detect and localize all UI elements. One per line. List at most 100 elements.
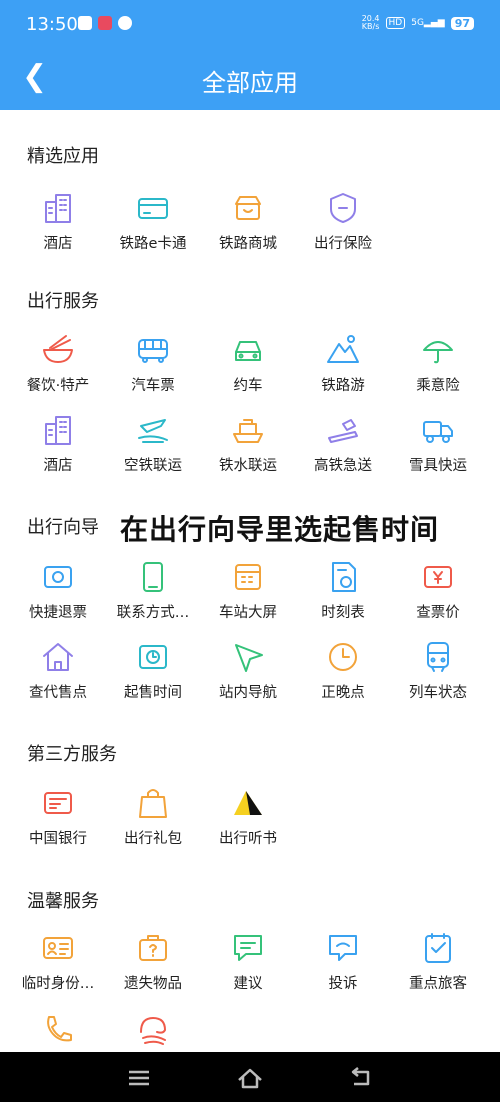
audiobook-icon [234,791,262,815]
battery-icon: 97 [450,16,474,30]
suggestion-icon [234,935,262,961]
section-title: 温馨服务 [27,891,99,912]
app-item-label: 高铁急送 [314,458,372,474]
app-item-label: 汽车票 [131,378,175,394]
app-item-label: 车站大屏 [219,605,277,621]
app-item[interactable]: 铁水联运 [200,412,296,475]
app-item-label: 建议 [233,976,263,992]
app-item[interactable]: 查票价 [390,559,486,622]
car-icon [235,341,261,361]
app-item[interactable]: 车站大屏 [200,559,296,622]
service-icon [140,1017,166,1045]
bus-icon [138,339,168,363]
app-item[interactable]: 约车 [200,332,296,395]
card-icon [138,198,168,219]
notification-icons [78,16,132,30]
app-item-label: 酒店 [43,458,73,474]
app-item-label: 餐饮·特产 [26,378,90,394]
app-item-label: 铁路游 [321,378,365,394]
app-item-label: 铁路商城 [219,236,277,252]
app-item-label: 空铁联运 [124,458,182,474]
app-item-label: 正晚点 [321,685,365,701]
app-item-label: 重点旅客 [409,976,467,992]
app-item[interactable]: 餐饮·特产 [10,332,106,395]
house-icon [43,643,73,671]
shield-icon [330,193,356,223]
app-item-label: 约车 [233,378,263,394]
app-item-label: 时刻表 [321,605,365,621]
ship-icon [233,419,263,443]
status-right: 20.4 KB/s HD 5G▂▄▆ 97 [362,15,474,31]
phone-contact-icon [143,562,163,592]
app-item[interactable]: 铁路游 [295,332,391,395]
phone-icon [47,1016,72,1042]
app-item[interactable]: 时刻表 [295,559,391,622]
hotel-icon [45,194,71,223]
navigation-icon [235,644,263,672]
instruction-overlay: 在出行向导里选起售时间 [120,513,440,546]
app-item[interactable]: 乘意险 [390,332,486,395]
app-item-label: 联系方式… [116,605,190,621]
app-item[interactable]: 快捷退票 [10,559,106,622]
gift-bag-icon [139,789,167,818]
app-item-label: 临时身份… [21,976,95,992]
app-item[interactable]: 酒店 [10,412,106,475]
timetable-icon [332,562,356,592]
app-item[interactable] [105,1012,201,1052]
app-item[interactable]: 出行保险 [295,190,391,253]
app-item[interactable]: 空铁联运 [105,412,201,475]
app-item[interactable]: 临时身份… [10,930,106,993]
price-icon [424,566,452,588]
app-item[interactable]: 铁路e卡通 [105,190,201,253]
app-item[interactable]: 遗失物品 [105,930,201,993]
shop-icon [235,196,261,220]
home-icon[interactable] [235,1066,265,1090]
app-item[interactable]: 站内导航 [200,639,296,702]
umbrella-icon [423,341,453,364]
app-item-label: 出行听书 [219,831,277,847]
app-item[interactable]: 起售时间 [105,639,201,702]
app-item[interactable]: 铁路商城 [200,190,296,253]
app-item[interactable]: 汽车票 [105,332,201,395]
message-icon [118,16,132,30]
status-time: 13:50 [26,14,78,35]
app-item[interactable]: 查代售点 [10,639,106,702]
clock-icon [329,643,357,671]
app-item[interactable]: 投诉 [295,930,391,993]
app-header: ❮ 全部应用 [0,50,500,110]
app-item[interactable]: 出行礼包 [105,785,201,848]
train-icon [427,642,449,672]
back-nav-icon[interactable] [346,1066,376,1090]
page-title: 全部应用 [202,69,298,97]
app-item[interactable]: 雪具快运 [390,412,486,475]
video-app-icon [78,16,92,30]
complaint-icon [329,935,357,961]
signal-icon: 5G▂▄▆ [411,18,445,28]
noodles-icon [43,335,73,363]
app-item-label: 雪具快运 [409,458,467,474]
app-item-label: 起售时间 [124,685,182,701]
app-item[interactable]: 列车状态 [390,639,486,702]
id-card-icon [43,937,73,959]
plane-train-icon [138,419,168,443]
app-item[interactable] [10,1012,106,1052]
app-item[interactable]: 高铁急送 [295,412,391,475]
app-item[interactable]: 联系方式… [105,559,201,622]
app-item[interactable]: 出行听书 [200,785,296,848]
app-item[interactable]: 重点旅客 [390,930,486,993]
express-icon [328,419,358,443]
app-item[interactable]: 正晚点 [295,639,391,702]
app-item[interactable]: 酒店 [10,190,106,253]
app-item-label: 铁路e卡通 [119,236,187,252]
app-item[interactable]: 中国银行 [10,785,106,848]
menu-icon[interactable] [124,1066,154,1090]
app-item[interactable]: 建议 [200,930,296,993]
app-notification-icon [98,16,112,30]
hd-badge: HD [385,17,406,29]
app-item-label: 查代售点 [29,685,87,701]
app-item-label: 遗失物品 [124,976,182,992]
app-item-label: 投诉 [328,976,358,992]
app-list[interactable]: 精选应用 出行服务 出行向导 第三方服务 温馨服务 在出行向导里选起售时间 酒店… [0,110,500,1052]
app-item-label: 铁水联运 [219,458,277,474]
app-item-label: 出行保险 [314,236,372,252]
